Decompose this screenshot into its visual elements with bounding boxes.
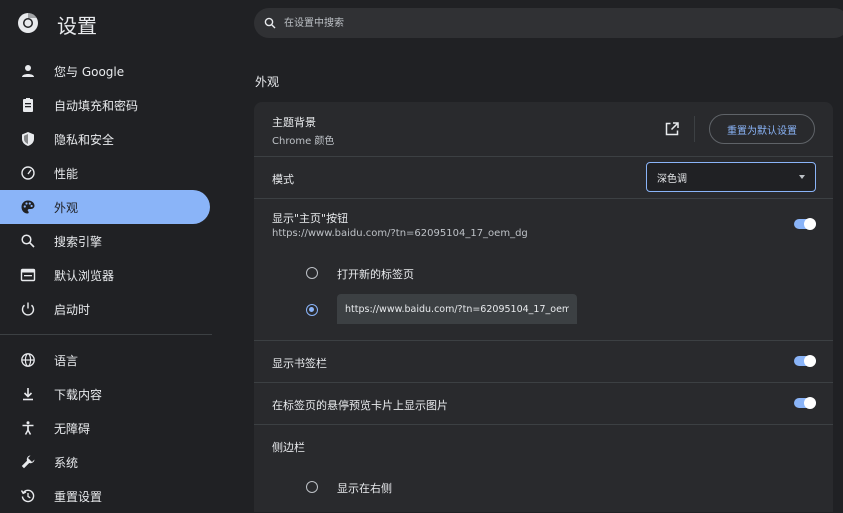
sidebar-item-appearance[interactable]: 外观 bbox=[0, 190, 210, 224]
toggle-knob bbox=[804, 397, 816, 409]
tab-hover-title: 在标签页的悬停预览卡片上显示图片 bbox=[272, 399, 448, 412]
search-input[interactable] bbox=[282, 16, 786, 30]
sidebar-item-default-browser[interactable]: 默认浏览器 bbox=[0, 258, 210, 292]
sidebar-item-label: 自动填充和密码 bbox=[54, 98, 139, 113]
history-icon bbox=[20, 489, 35, 503]
sidebar-item-label: 语言 bbox=[54, 353, 79, 368]
home-button-title: 显示"主页"按钮 bbox=[272, 212, 349, 225]
dropdown-caret-icon bbox=[799, 175, 805, 179]
sidebar-item-system[interactable]: 系统 bbox=[0, 445, 210, 479]
clipboard-icon bbox=[23, 98, 33, 112]
section-title: 外观 bbox=[255, 75, 280, 89]
sidebar-item-you-and-google[interactable]: 您与 Google bbox=[0, 54, 210, 88]
shield-icon bbox=[22, 132, 34, 146]
radio-new-tab[interactable] bbox=[306, 267, 318, 279]
person-icon bbox=[22, 65, 34, 77]
mode-select[interactable]: 深色调 bbox=[646, 162, 816, 192]
chrome-logo-icon bbox=[18, 13, 38, 33]
side-panel-row: 侧边栏 显示在右侧 bbox=[254, 424, 833, 512]
open-in-new-icon[interactable] bbox=[664, 121, 680, 137]
sidebar-item-performance[interactable]: 性能 bbox=[0, 156, 210, 190]
sidebar-item-label: 外观 bbox=[54, 200, 79, 215]
vertical-divider bbox=[694, 116, 695, 142]
custom-url-input[interactable] bbox=[337, 294, 577, 324]
sidebar-item-accessibility[interactable]: 无障碍 bbox=[0, 411, 210, 445]
palette-icon bbox=[21, 200, 35, 214]
sidebar-item-reset[interactable]: 重置设置 bbox=[0, 479, 210, 513]
appearance-card: 主题背景 Chrome 颜色 重置为默认设置 模式 深色调 显示"主页"按钮 h… bbox=[254, 102, 833, 512]
search-box[interactable] bbox=[254, 8, 843, 38]
accessibility-icon bbox=[22, 421, 34, 435]
sidebar-item-downloads[interactable]: 下载内容 bbox=[0, 377, 210, 411]
sidebar-item-on-startup[interactable]: 启动时 bbox=[0, 292, 210, 326]
search-icon bbox=[264, 17, 276, 29]
tab-hover-toggle[interactable] bbox=[794, 397, 816, 409]
radio-side-panel-right[interactable] bbox=[306, 481, 318, 493]
home-button-toggle[interactable] bbox=[794, 218, 816, 230]
side-panel-title: 侧边栏 bbox=[272, 441, 305, 454]
radio-custom-url[interactable] bbox=[306, 304, 318, 316]
mode-title: 模式 bbox=[272, 173, 294, 186]
sidebar: 您与 Google 自动填充和密码 隐私和安全 性能 外观 搜索引擎 默认浏览器… bbox=[0, 54, 212, 513]
reset-theme-button[interactable]: 重置为默认设置 bbox=[709, 114, 815, 144]
sidebar-item-label: 下载内容 bbox=[54, 387, 103, 402]
sidebar-item-label: 系统 bbox=[54, 455, 79, 470]
sidebar-item-label: 重置设置 bbox=[54, 489, 103, 504]
tab-hover-row: 在标签页的悬停预览卡片上显示图片 bbox=[254, 382, 833, 425]
search-icon bbox=[21, 234, 35, 248]
toggle-knob bbox=[804, 355, 816, 367]
sidebar-item-label: 启动时 bbox=[54, 302, 91, 317]
wrench-icon bbox=[21, 455, 35, 469]
globe-icon bbox=[21, 353, 35, 367]
sidebar-item-privacy[interactable]: 隐私和安全 bbox=[0, 122, 210, 156]
power-icon bbox=[21, 302, 35, 316]
sidebar-item-label: 您与 Google bbox=[54, 64, 125, 79]
toggle-knob bbox=[804, 218, 816, 230]
sidebar-item-label: 隐私和安全 bbox=[54, 132, 115, 147]
mode-select-value: 深色调 bbox=[657, 173, 687, 185]
page-title: 设置 bbox=[57, 14, 97, 38]
sidebar-item-autofill[interactable]: 自动填充和密码 bbox=[0, 88, 210, 122]
download-icon bbox=[23, 388, 33, 401]
home-button-subtitle: https://www.baidu.com/?tn=62095104_17_oe… bbox=[272, 228, 528, 239]
bookmarks-bar-title: 显示书签栏 bbox=[272, 357, 327, 370]
sidebar-item-label: 搜索引擎 bbox=[54, 234, 103, 249]
sidebar-item-languages[interactable]: 语言 bbox=[0, 343, 210, 377]
radio-side-panel-right-label: 显示在右侧 bbox=[337, 482, 392, 495]
bookmarks-bar-row: 显示书签栏 bbox=[254, 340, 833, 383]
sidebar-item-label: 默认浏览器 bbox=[54, 268, 115, 283]
theme-row: 主题背景 Chrome 颜色 重置为默认设置 bbox=[254, 102, 833, 157]
bookmarks-bar-toggle[interactable] bbox=[794, 355, 816, 367]
sidebar-divider bbox=[0, 334, 212, 335]
sidebar-item-label: 性能 bbox=[54, 166, 79, 181]
mode-row: 模式 深色调 bbox=[254, 156, 833, 199]
sidebar-item-label: 无障碍 bbox=[54, 421, 91, 436]
radio-new-tab-label: 打开新的标签页 bbox=[337, 268, 414, 281]
browser-window-icon bbox=[20, 268, 36, 282]
sidebar-item-search-engine[interactable]: 搜索引擎 bbox=[0, 224, 210, 258]
theme-title: 主题背景 bbox=[272, 116, 316, 129]
speedometer-icon bbox=[21, 166, 35, 180]
theme-subtitle: Chrome 颜色 bbox=[272, 136, 335, 147]
